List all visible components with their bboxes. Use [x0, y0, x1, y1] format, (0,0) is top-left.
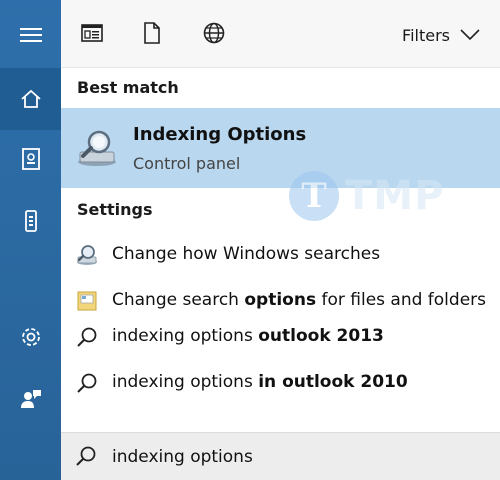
- search-settings-icon: [75, 243, 99, 267]
- web-result-2-label: indexing options in outlook 2010: [112, 372, 408, 392]
- web-tab[interactable]: [201, 22, 227, 48]
- indexing-options-icon: [75, 128, 119, 168]
- feedback-icon: [20, 388, 42, 410]
- web-result-1-label: indexing options outlook 2013: [112, 326, 384, 346]
- hamburger-button[interactable]: [0, 4, 61, 66]
- home-icon: [20, 88, 42, 110]
- home-button[interactable]: [0, 68, 61, 130]
- feedback-button[interactable]: [0, 368, 61, 430]
- apps-icon: [81, 24, 103, 46]
- folder-options-icon: [75, 289, 99, 313]
- notebook-button[interactable]: [0, 128, 61, 190]
- web-result-1[interactable]: indexing options outlook 2013: [61, 316, 500, 356]
- filters-label: Filters: [402, 25, 450, 45]
- watermark: T TMP: [289, 170, 444, 222]
- filter-toolbar: Filters: [61, 0, 500, 68]
- watermark-text: TMP: [345, 173, 445, 219]
- search-icon: [75, 325, 99, 349]
- settings-result-2-label: Change search options for files and fold…: [112, 290, 487, 310]
- left-rail: [0, 0, 61, 480]
- best-match-subtitle: Control panel: [133, 154, 241, 173]
- notebook-icon: [21, 148, 41, 170]
- search-box: [61, 432, 500, 480]
- settings-result-2[interactable]: Change search options for files and fold…: [61, 280, 500, 320]
- document-icon: [143, 22, 161, 48]
- phone-icon: [24, 210, 38, 232]
- best-match-title: Indexing Options: [133, 124, 307, 145]
- settings-button[interactable]: [0, 306, 61, 368]
- chevron-down-icon: [460, 26, 480, 45]
- best-match-heading: Best match: [77, 78, 179, 97]
- apps-tab[interactable]: [79, 22, 105, 48]
- settings-result-1-label: Change how Windows searches: [112, 244, 381, 264]
- web-result-2[interactable]: indexing options in outlook 2010: [61, 362, 500, 402]
- filters-dropdown[interactable]: Filters: [402, 22, 480, 48]
- search-icon: [75, 445, 99, 469]
- globe-icon: [203, 22, 225, 48]
- gear-icon: [20, 326, 42, 348]
- search-input[interactable]: [112, 443, 482, 471]
- documents-tab[interactable]: [139, 22, 165, 48]
- search-icon: [75, 371, 99, 395]
- search-panel: Filters Best match Indexing Options Cont…: [61, 0, 500, 480]
- settings-heading: Settings: [77, 200, 153, 219]
- devices-button[interactable]: [0, 190, 61, 252]
- watermark-logo: T: [289, 171, 339, 221]
- hamburger-icon: [19, 28, 42, 42]
- settings-result-1[interactable]: Change how Windows searches: [61, 234, 500, 274]
